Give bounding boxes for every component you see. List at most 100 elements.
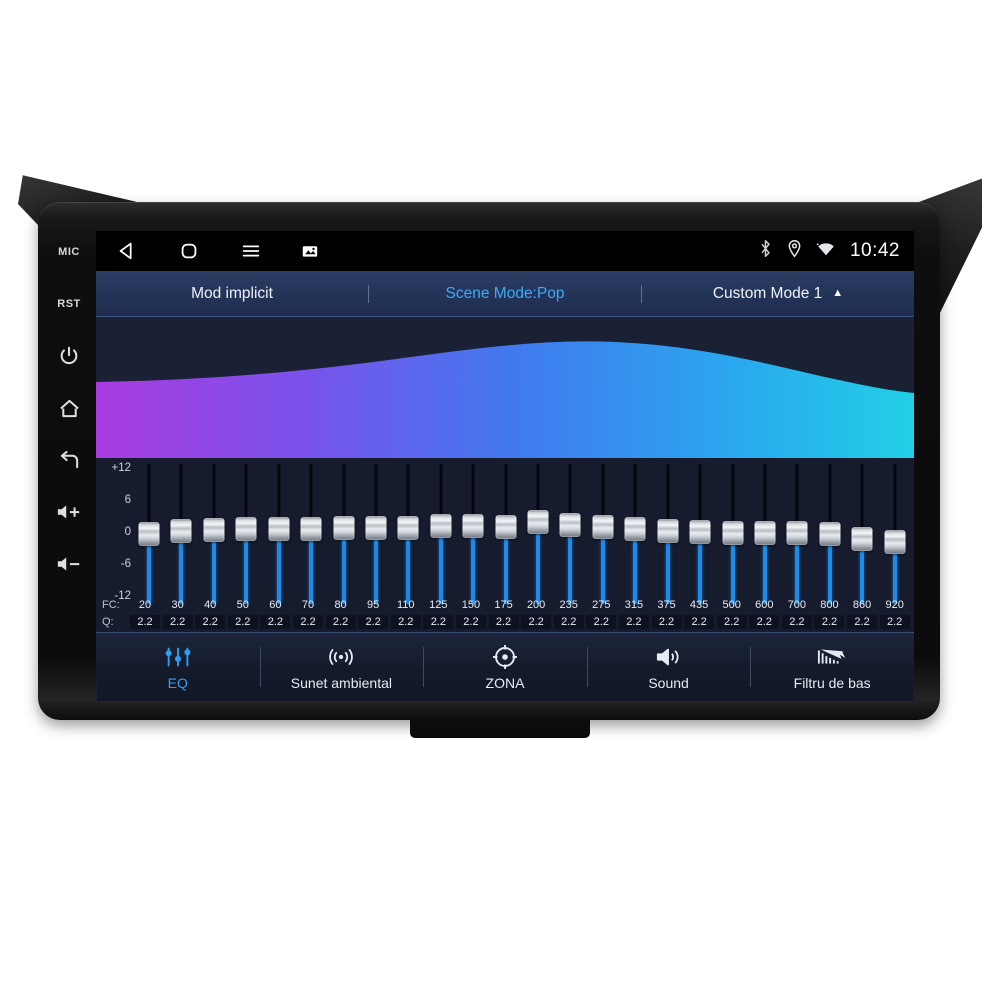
- q-value[interactable]: 2.2: [684, 614, 715, 629]
- q-value[interactable]: 2.2: [130, 614, 160, 629]
- slider-thumb[interactable]: [365, 516, 387, 541]
- slider-thumb[interactable]: [397, 516, 419, 541]
- slider-thumb[interactable]: [495, 514, 517, 539]
- q-value[interactable]: 2.2: [553, 614, 584, 629]
- eq-band-slider[interactable]: [750, 464, 780, 604]
- tab-filtru-de-bas[interactable]: Filtru de bas: [750, 633, 914, 702]
- slider-thumb[interactable]: [819, 522, 841, 546]
- eq-band-slider[interactable]: [685, 464, 715, 604]
- eq-band-slider[interactable]: [555, 464, 585, 604]
- slider-thumb[interactable]: [689, 520, 711, 545]
- slider-thumb[interactable]: [722, 521, 744, 546]
- q-value[interactable]: 2.2: [749, 614, 780, 629]
- scene-mode-button[interactable]: Scene Mode:Pop: [369, 271, 641, 316]
- slider-thumb[interactable]: [754, 521, 776, 546]
- bluetooth-icon: [758, 239, 773, 263]
- q-value[interactable]: 2.2: [521, 614, 552, 629]
- back-button[interactable]: [49, 445, 89, 475]
- eq-band-slider[interactable]: [620, 464, 650, 604]
- tab-sound[interactable]: Sound: [586, 633, 751, 702]
- q-value[interactable]: 2.2: [814, 614, 845, 629]
- eq-band-slider[interactable]: [458, 464, 488, 604]
- mic-label: MIC: [58, 246, 80, 258]
- slider-thumb[interactable]: [624, 517, 646, 542]
- caret-up-icon[interactable]: ▲: [832, 288, 843, 299]
- eq-band-slider[interactable]: [199, 464, 229, 604]
- eq-band-slider[interactable]: [880, 464, 910, 604]
- eq-band-slider[interactable]: [718, 464, 748, 604]
- eq-band-slider[interactable]: [393, 464, 423, 604]
- eq-band-slider[interactable]: [491, 464, 521, 604]
- q-value[interactable]: 2.2: [586, 614, 617, 629]
- slider-thumb[interactable]: [430, 514, 452, 539]
- eq-band-slider[interactable]: [361, 464, 391, 604]
- slider-track-upper: [698, 464, 702, 523]
- tab-eq[interactable]: EQ: [96, 633, 260, 702]
- q-value[interactable]: 2.2: [390, 614, 421, 629]
- q-value[interactable]: 2.2: [260, 614, 291, 629]
- home-square-icon[interactable]: [178, 240, 200, 262]
- eq-band-slider[interactable]: [426, 464, 456, 604]
- slider-thumb[interactable]: [592, 514, 614, 539]
- slider-thumb[interactable]: [300, 516, 322, 541]
- fc-value: 200: [526, 598, 546, 611]
- q-value[interactable]: 2.2: [488, 614, 519, 629]
- eq-band-slider[interactable]: [296, 464, 326, 604]
- eq-band-slider[interactable]: [653, 464, 683, 604]
- slider-track-upper: [666, 464, 670, 521]
- eq-band-slider[interactable]: [134, 464, 164, 604]
- q-value[interactable]: 2.2: [618, 614, 649, 629]
- tab-zona[interactable]: ZONA: [423, 633, 587, 702]
- screenshot-icon[interactable]: [302, 243, 318, 259]
- q-value[interactable]: 2.2: [879, 614, 910, 629]
- slider-thumb[interactable]: [884, 529, 906, 554]
- q-value[interactable]: 2.2: [455, 614, 486, 629]
- hamburger-menu-icon[interactable]: [240, 240, 262, 262]
- q-value[interactable]: 2.2: [716, 614, 747, 629]
- slider-thumb[interactable]: [235, 516, 257, 541]
- eq-band-slider[interactable]: [264, 464, 294, 604]
- q-value[interactable]: 2.2: [358, 614, 389, 629]
- slider-thumb[interactable]: [170, 519, 192, 544]
- volume-down-button[interactable]: [49, 549, 89, 579]
- slider-thumb[interactable]: [333, 516, 355, 541]
- slider-thumb[interactable]: [268, 517, 290, 542]
- q-value[interactable]: 2.2: [195, 614, 226, 629]
- eq-band-slider[interactable]: [782, 464, 812, 604]
- q-value[interactable]: 2.2: [423, 614, 454, 629]
- reset-button[interactable]: RST: [49, 289, 89, 319]
- slider-thumb[interactable]: [138, 522, 160, 546]
- slider-thumb[interactable]: [203, 518, 225, 543]
- q-value[interactable]: 2.2: [847, 614, 878, 629]
- eq-band-slider[interactable]: [523, 464, 553, 604]
- eq-band-slider[interactable]: [166, 464, 196, 604]
- volume-up-button[interactable]: [49, 497, 89, 527]
- slider-thumb[interactable]: [559, 512, 581, 537]
- custom-mode-button[interactable]: Custom Mode 1 ▲: [642, 271, 914, 316]
- equalizer-sliders-icon: [163, 644, 193, 670]
- eq-band-slider[interactable]: [329, 464, 359, 604]
- q-value[interactable]: 2.2: [781, 614, 812, 629]
- slider-thumb[interactable]: [462, 514, 484, 539]
- q-value[interactable]: 2.2: [651, 614, 682, 629]
- home-button[interactable]: [49, 393, 89, 423]
- slider-thumb[interactable]: [527, 510, 549, 535]
- eq-band-slider[interactable]: [815, 464, 845, 604]
- power-button[interactable]: [49, 341, 89, 371]
- eq-band-slider[interactable]: [847, 464, 877, 604]
- mic-button[interactable]: MIC: [49, 237, 89, 267]
- eq-db-scale: +12 6 0 -6 -12: [100, 462, 134, 602]
- eq-band-slider[interactable]: [231, 464, 261, 604]
- eq-band-slider[interactable]: [588, 464, 618, 604]
- q-value[interactable]: 2.2: [325, 614, 356, 629]
- slider-thumb[interactable]: [657, 518, 679, 543]
- tab-sunet-ambiental[interactable]: Sunet ambiental: [259, 633, 424, 702]
- back-triangle-icon[interactable]: [116, 240, 138, 262]
- q-value[interactable]: 2.2: [162, 614, 193, 629]
- fc-value: 20: [138, 598, 152, 611]
- slider-thumb[interactable]: [786, 521, 808, 546]
- q-value[interactable]: 2.2: [292, 614, 323, 629]
- default-mode-button[interactable]: Mod implicit: [96, 271, 368, 316]
- q-value[interactable]: 2.2: [227, 614, 258, 629]
- slider-thumb[interactable]: [851, 526, 873, 551]
